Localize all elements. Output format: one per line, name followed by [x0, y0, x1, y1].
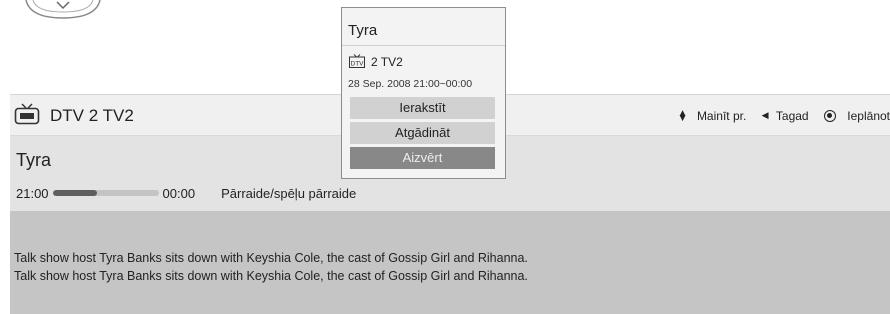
program-title: Tyra [16, 150, 52, 170]
record-icon [823, 109, 836, 122]
popup-title: Tyra [348, 22, 378, 39]
tv-icon [14, 103, 40, 125]
program-description: Talk show host Tyra Banks sits down with… [14, 249, 528, 285]
start-time: 21:00 [16, 185, 49, 201]
remote-button-fragment [0, 0, 110, 30]
program-popup: Tyra DTV 2 TV2 28 Sep. 2008 21:00~00:00 … [341, 7, 506, 179]
progress-fill [52, 190, 98, 196]
dtv-icon: DTV [349, 54, 365, 68]
change-program-label: Mainīt pr. [696, 108, 747, 123]
popup-channel: 2 TV2 [371, 55, 403, 69]
progress-bar [52, 190, 159, 196]
time-row: 21:00 00:00 Pārraide/spēļu pārraide [16, 184, 356, 202]
popup-datetime: 28 Sep. 2008 21:00~00:00 [348, 78, 473, 90]
key-legend: ▲ ▼ Mainīt pr. ◀ Tagad Ieplānot [678, 108, 890, 123]
back-label: Tagad [775, 108, 809, 123]
genre-label: Pārraide/spēļu pārraide [221, 185, 357, 201]
left-arrow-icon: ◀ [761, 110, 769, 121]
close-button[interactable]: Aizvērt [350, 147, 495, 169]
up-down-arrows-icon: ▲ ▼ [677, 107, 688, 124]
remind-button[interactable]: Atgādināt [350, 122, 495, 144]
popup-divider [342, 45, 505, 46]
schedule-label: Ieplānot [847, 108, 890, 123]
description-line: Talk show host Tyra Banks sits down with… [14, 269, 528, 283]
channel-name: DTV 2 TV2 [50, 106, 134, 125]
svg-text:DTV: DTV [351, 60, 365, 67]
description-box: Talk show host Tyra Banks sits down with… [10, 211, 890, 314]
record-button[interactable]: Ierakstīt [350, 97, 495, 119]
description-line: Talk show host Tyra Banks sits down with… [14, 251, 528, 265]
end-time: 00:00 [162, 185, 196, 201]
